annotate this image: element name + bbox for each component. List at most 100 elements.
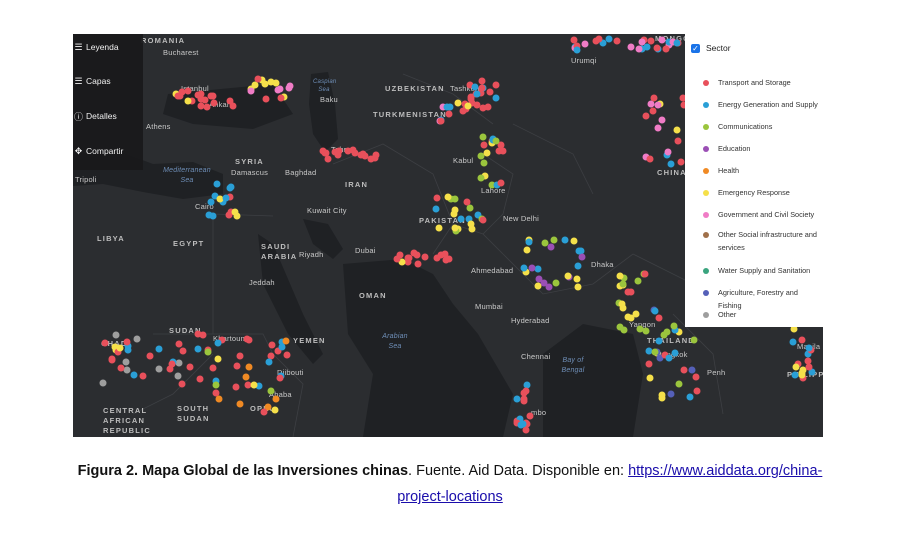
project-marker[interactable] [805, 344, 813, 352]
project-marker[interactable] [550, 236, 558, 244]
project-marker[interactable] [435, 224, 443, 232]
project-marker[interactable] [477, 174, 485, 182]
project-marker[interactable] [662, 45, 670, 53]
project-marker[interactable] [798, 371, 806, 379]
project-marker[interactable] [613, 37, 621, 44]
project-marker[interactable] [451, 195, 459, 203]
project-marker[interactable] [99, 379, 107, 387]
project-marker[interactable] [174, 372, 182, 380]
project-marker[interactable] [133, 335, 141, 343]
project-marker[interactable] [175, 340, 183, 348]
project-marker[interactable] [686, 393, 694, 401]
project-marker[interactable] [441, 250, 449, 258]
project-marker[interactable] [688, 366, 696, 374]
project-marker[interactable] [486, 88, 494, 96]
project-marker[interactable] [478, 84, 486, 92]
project-marker[interactable] [552, 279, 560, 287]
project-marker[interactable] [692, 373, 699, 381]
project-marker[interactable] [658, 116, 666, 124]
project-marker[interactable] [513, 395, 521, 403]
project-marker[interactable] [642, 112, 650, 120]
project-marker[interactable] [261, 80, 269, 88]
project-marker[interactable] [437, 117, 445, 125]
project-marker[interactable] [798, 336, 806, 344]
project-marker[interactable] [414, 260, 422, 268]
project-marker[interactable] [194, 345, 202, 353]
project-marker[interactable] [473, 90, 481, 98]
project-marker[interactable] [650, 94, 658, 102]
project-marker[interactable] [805, 363, 813, 371]
project-marker[interactable] [209, 92, 217, 100]
legend-item[interactable]: Transport and Storage [703, 76, 819, 89]
project-marker[interactable] [286, 82, 294, 90]
project-marker[interactable] [655, 314, 663, 322]
project-marker[interactable] [197, 102, 205, 110]
project-marker[interactable] [479, 104, 487, 112]
project-marker[interactable] [658, 36, 666, 44]
project-marker[interactable] [155, 365, 163, 373]
project-marker[interactable] [146, 352, 154, 360]
project-marker[interactable] [433, 194, 441, 202]
project-marker[interactable] [627, 43, 635, 51]
project-marker[interactable] [480, 159, 488, 167]
legend-header[interactable]: ✓ Sector [691, 43, 731, 53]
project-marker[interactable] [653, 44, 661, 52]
project-marker[interactable] [573, 46, 581, 54]
project-marker[interactable] [804, 357, 812, 365]
project-marker[interactable] [605, 35, 613, 43]
project-marker[interactable] [673, 39, 681, 47]
project-marker[interactable] [667, 390, 675, 398]
project-marker[interactable] [592, 37, 600, 45]
project-marker[interactable] [194, 330, 202, 338]
legend-item[interactable]: Education [703, 142, 819, 155]
project-marker[interactable] [260, 408, 268, 416]
project-marker[interactable] [176, 92, 184, 100]
project-marker[interactable] [421, 253, 429, 261]
project-marker[interactable] [675, 380, 683, 388]
project-marker[interactable] [214, 339, 222, 347]
project-marker[interactable] [636, 325, 644, 333]
project-marker[interactable] [574, 262, 581, 270]
project-marker[interactable] [203, 103, 211, 111]
project-marker[interactable] [463, 198, 471, 206]
project-marker[interactable] [479, 216, 487, 224]
project-marker[interactable] [578, 253, 586, 261]
project-marker[interactable] [245, 363, 253, 371]
project-marker[interactable] [209, 212, 217, 220]
side-item-legend[interactable]: ☰ Leyenda [73, 37, 143, 57]
project-marker[interactable] [457, 215, 465, 223]
project-marker[interactable] [574, 283, 582, 291]
project-marker[interactable] [483, 149, 491, 157]
project-marker[interactable] [101, 339, 109, 347]
project-marker[interactable] [517, 421, 525, 429]
legend-item[interactable]: Energy Generation and Supply [703, 98, 819, 111]
project-marker[interactable] [649, 107, 657, 115]
project-marker[interactable] [534, 282, 542, 290]
legend-item[interactable]: Other [703, 308, 819, 321]
project-marker[interactable] [236, 352, 244, 360]
project-marker[interactable] [213, 180, 220, 188]
project-marker[interactable] [443, 103, 451, 111]
project-marker[interactable] [635, 45, 643, 53]
project-marker[interactable] [547, 243, 555, 251]
project-marker[interactable] [646, 374, 654, 382]
project-marker[interactable] [570, 36, 578, 44]
project-marker[interactable] [233, 362, 241, 370]
project-marker[interactable] [351, 149, 359, 157]
project-marker[interactable] [210, 99, 218, 107]
project-marker[interactable] [654, 124, 662, 132]
project-marker[interactable] [209, 364, 217, 372]
legend-item[interactable]: Water Supply and Sanitation [703, 264, 819, 277]
legend-item[interactable]: Communications [703, 120, 819, 133]
project-marker[interactable] [232, 383, 240, 391]
project-marker[interactable] [492, 137, 500, 145]
project-marker[interactable] [618, 300, 626, 308]
project-marker[interactable] [272, 395, 280, 403]
project-marker[interactable] [573, 275, 581, 283]
project-marker[interactable] [123, 338, 131, 346]
project-marker[interactable] [466, 204, 474, 212]
project-marker[interactable] [184, 97, 192, 105]
project-marker[interactable] [654, 101, 662, 109]
project-marker[interactable] [445, 110, 453, 118]
project-marker[interactable] [677, 158, 685, 166]
